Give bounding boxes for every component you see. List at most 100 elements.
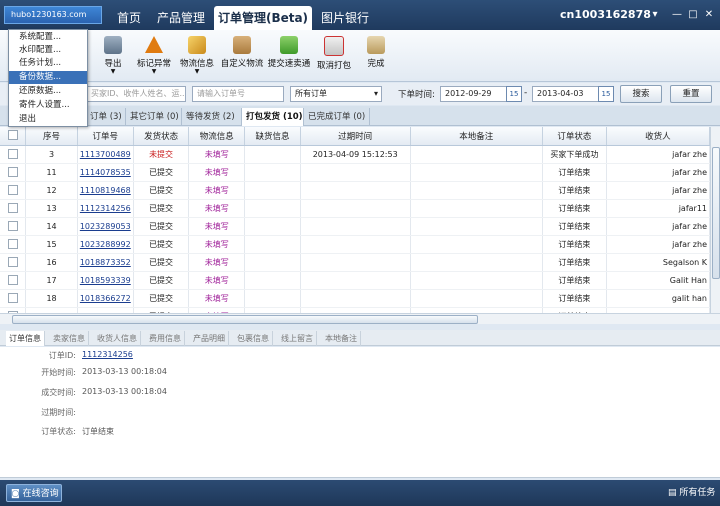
table-row[interactable]: 14 1023289053 已提交 未填写 订单结束 jafar zhe <box>0 217 710 236</box>
table-row[interactable]: 17 1018593339 已提交 未填写 订单结束 Galit Han <box>0 271 710 290</box>
app-logo[interactable]: hubo1230163.com <box>4 6 102 24</box>
row-checkbox[interactable] <box>0 253 27 272</box>
shipping-status-cell: 已提交 <box>133 199 190 218</box>
logistics-info-button[interactable]: 物流信息 ▼ <box>178 34 216 80</box>
order-number-input[interactable]: 请输入订单号 <box>192 86 284 102</box>
column-header[interactable]: 订单号 <box>77 127 134 146</box>
online-consult-button[interactable]: ◙ 在线咨询 <box>6 484 62 502</box>
column-header[interactable]: 本地备注 <box>410 127 544 146</box>
column-header[interactable]: 序号 <box>25 127 78 146</box>
main-tab-home[interactable]: 首页 <box>110 6 148 30</box>
all-tasks-button[interactable]: ▤ 所有任务 <box>668 484 715 502</box>
deal-time-value: 2013-03-13 00:18:04 <box>82 387 167 396</box>
table-row[interactable]: 12 1110819468 已提交 未填写 订单结束 jafar zhe <box>0 181 710 200</box>
column-header[interactable]: 收货人 <box>606 127 710 146</box>
recipient-cell: galit han <box>606 289 710 308</box>
tab-local-notes[interactable]: 本地备注 <box>322 331 361 346</box>
submit-aliexpress-button[interactable]: 提交速卖通 <box>266 34 312 80</box>
menu-item-system-config[interactable]: 系统配置... <box>9 31 87 44</box>
mark-exception-button[interactable]: 标记异常 ▼ <box>134 34 174 80</box>
menu-item-sender-settings[interactable]: 寄件人设置... <box>9 99 87 112</box>
vertical-scrollbar[interactable] <box>710 127 720 313</box>
tab-online-messages[interactable]: 线上留言 <box>278 331 317 346</box>
table-row[interactable]: 11 1114078535 已提交 未填写 订单结束 jafar zhe <box>0 163 710 182</box>
menu-item-exit[interactable]: 退出 <box>9 113 87 126</box>
table-row[interactable]: 15 1023288992 已提交 未填写 订单结束 jafar zhe <box>0 235 710 254</box>
export-button[interactable]: 导出 ▼ <box>100 34 126 80</box>
row-checkbox[interactable] <box>0 181 27 200</box>
maximize-icon[interactable]: □ <box>686 8 700 22</box>
row-checkbox[interactable] <box>0 235 27 254</box>
order-number-cell[interactable]: 1112314256 <box>77 199 134 218</box>
tab-recipient-info[interactable]: 收货人信息 <box>94 331 141 346</box>
order-number-cell[interactable]: 1114078535 <box>77 163 134 182</box>
row-checkbox[interactable] <box>0 217 27 236</box>
order-number-cell[interactable]: 1113700489 <box>77 145 134 164</box>
tab-product-details[interactable]: 产品明细 <box>190 331 229 346</box>
order-id-value[interactable]: 1112314256 <box>82 350 133 359</box>
menu-item-backup-data[interactable]: 备份数据... <box>9 71 87 84</box>
row-checkbox[interactable] <box>0 145 27 164</box>
table-row[interactable]: 18 1018366272 已提交 未填写 订单结束 galit han <box>0 289 710 308</box>
calendar-icon[interactable]: 15 <box>598 86 614 102</box>
row-checkbox[interactable] <box>0 289 27 308</box>
select-all-checkbox[interactable] <box>0 127 27 146</box>
tab-seller-info[interactable]: 卖家信息 <box>50 331 89 346</box>
reset-button[interactable]: 重置 <box>670 85 712 103</box>
horizontal-scrollbar[interactable] <box>0 313 720 324</box>
shipping-status-cell: 已提交 <box>133 289 190 308</box>
complete-button[interactable]: 完成 <box>362 34 390 80</box>
column-header[interactable]: 物流信息 <box>188 127 246 146</box>
tab-completed-orders[interactable]: 已完成订单 (0) <box>304 108 370 126</box>
search-button[interactable]: 搜索 <box>620 85 662 103</box>
column-header[interactable]: 过期时间 <box>300 127 411 146</box>
date-to-input[interactable]: 2013-04-03 <box>532 86 600 102</box>
main-tab-image-bank[interactable]: 图片银行 <box>314 6 376 30</box>
custom-logistics-button[interactable]: 自定义物流 <box>220 34 264 80</box>
account-name[interactable]: cn1003162878 <box>560 8 651 21</box>
cancel-pack-button[interactable]: 取消打包 <box>314 34 354 80</box>
menu-item-restore-data[interactable]: 还原数据... <box>9 85 87 98</box>
scrollbar-thumb[interactable] <box>712 147 720 279</box>
order-number-cell[interactable]: 1023289053 <box>77 217 134 236</box>
tab-order-info[interactable]: 订单信息 <box>6 331 45 346</box>
table-row[interactable]: 16 1018873352 已提交 未填写 订单结束 Segalson K <box>0 253 710 272</box>
shipping-status-cell: 已提交 <box>133 181 190 200</box>
row-checkbox[interactable] <box>0 199 27 218</box>
row-checkbox[interactable] <box>0 271 27 290</box>
chevron-down-icon: ▾ <box>373 89 378 98</box>
order-number-cell[interactable]: 1023288992 <box>77 235 134 254</box>
minimize-icon[interactable]: — <box>670 8 684 22</box>
main-tab-products[interactable]: 产品管理 <box>150 6 212 30</box>
stockout-info-cell <box>244 253 301 272</box>
date-from-input[interactable]: 2012-09-29 <box>440 86 508 102</box>
row-checkbox[interactable] <box>0 163 27 182</box>
tab-orders[interactable]: 订单 (3) <box>86 108 126 126</box>
menu-item-task-schedule[interactable]: 任务计划... <box>9 57 87 70</box>
column-header[interactable]: 缺货信息 <box>244 127 301 146</box>
order-number-cell[interactable]: 1018873352 <box>77 253 134 272</box>
scrollbar-thumb[interactable] <box>12 315 478 324</box>
tab-other-orders[interactable]: 其它订单 (0) <box>126 108 182 126</box>
shipping-status-cell: 已提交 <box>133 163 190 182</box>
tab-awaiting-shipment[interactable]: 等待发货 (2) <box>182 108 242 126</box>
menu-item-watermark-config[interactable]: 水印配置... <box>9 44 87 57</box>
column-header[interactable]: 发货状态 <box>133 127 190 146</box>
tab-package-info[interactable]: 包裹信息 <box>234 331 273 346</box>
account-dropdown-icon[interactable]: ▾ <box>648 8 662 22</box>
column-header[interactable]: 订单状态 <box>542 127 607 146</box>
tab-pack-and-ship[interactable]: 打包发货 (10) <box>242 108 304 126</box>
main-tab-orders[interactable]: 订单管理(Beta) <box>214 6 312 30</box>
field-label: 订单ID: <box>48 351 76 360</box>
expire-time-cell <box>300 235 411 254</box>
order-number-cell[interactable]: 1018366272 <box>77 289 134 308</box>
tab-fee-info[interactable]: 费用信息 <box>146 331 185 346</box>
order-filter-select[interactable]: 所有订单 ▾ <box>290 86 382 102</box>
close-icon[interactable]: ✕ <box>702 8 716 22</box>
table-row[interactable]: 3 1113700489 未提交 未填写 2013-04-09 15:12:53 买家下单… <box>0 145 710 164</box>
order-number-cell[interactable]: 1018593339 <box>77 271 134 290</box>
order-number-cell[interactable]: 1110819468 <box>77 181 134 200</box>
table-row[interactable]: 13 1112314256 已提交 未填写 订单结束 jafar11 <box>0 199 710 218</box>
calendar-icon[interactable]: 15 <box>506 86 522 102</box>
buyer-search-input[interactable]: 买家ID、收件人姓名、运... <box>86 86 186 102</box>
